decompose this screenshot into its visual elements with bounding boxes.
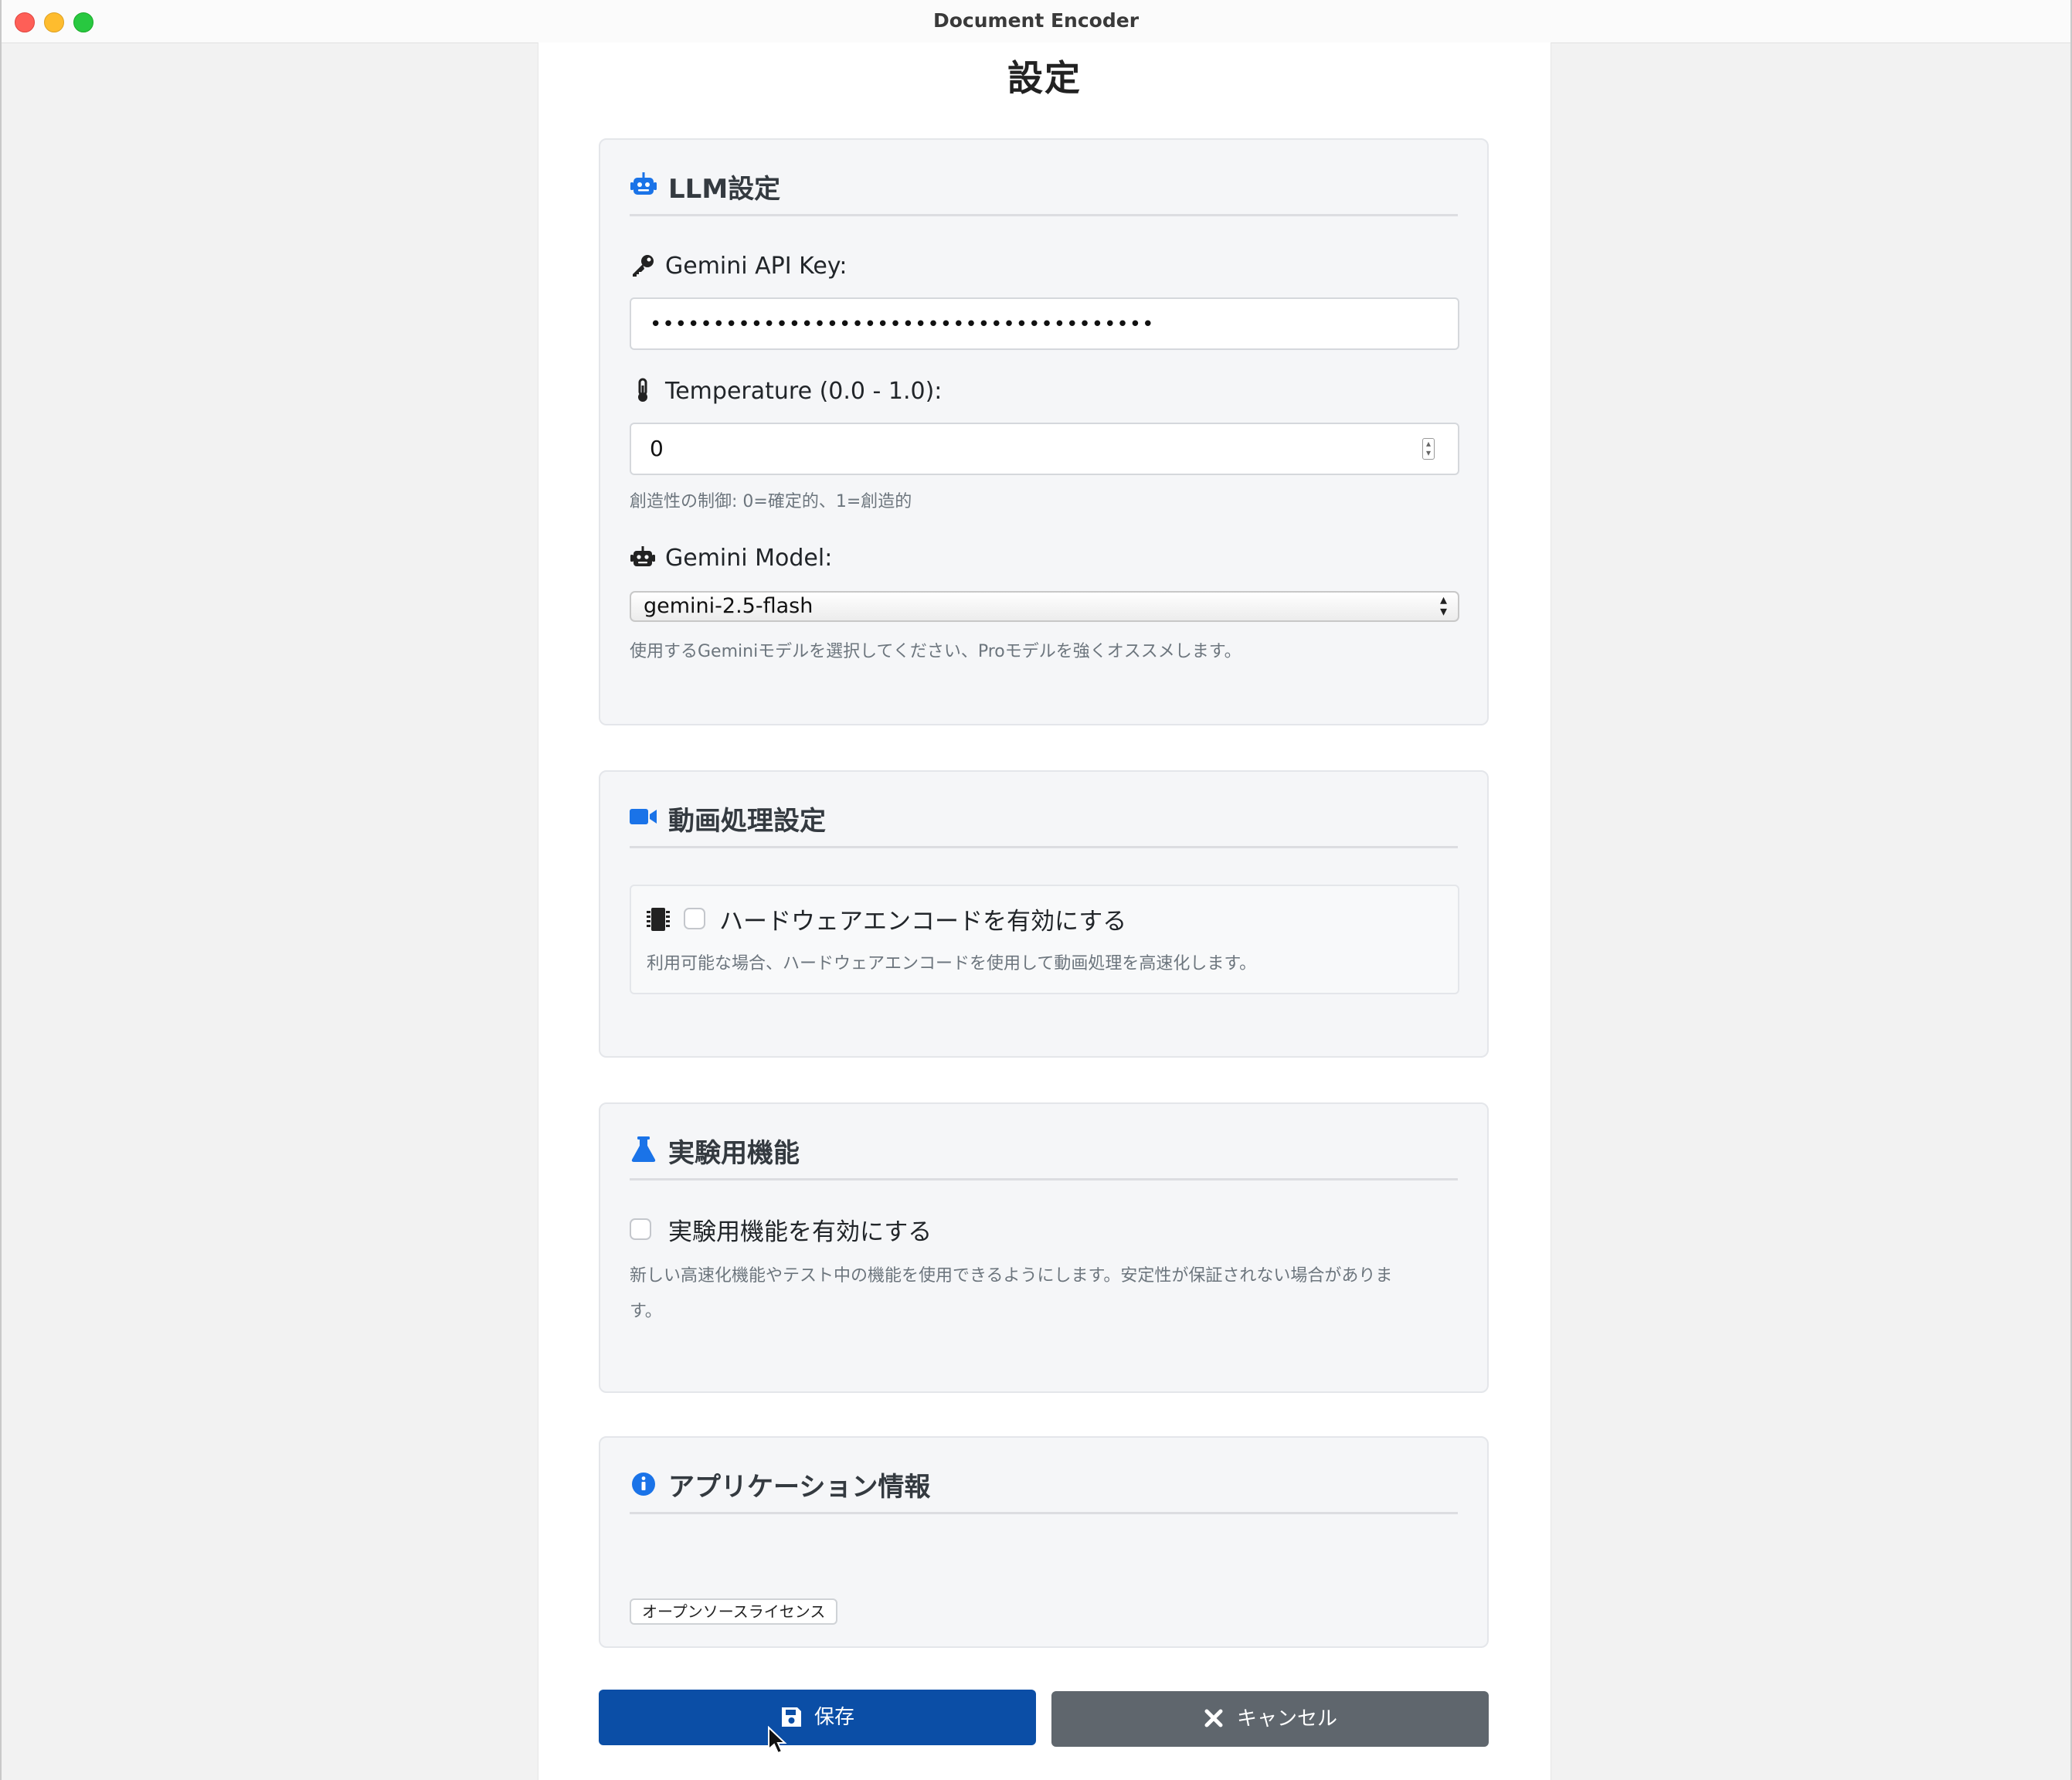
temperature-help: 創造性の制御: 0=確定的、1=創造的 [630, 492, 912, 511]
experimental-heading: 実験用機能 [668, 1138, 800, 1169]
window-title: Document Encoder [932, 9, 1140, 32]
title-bar: Document Encoder [2, 0, 2070, 43]
cancel-button-label: キャンセル [1236, 1707, 1337, 1731]
experimental-header: 実験用機能 [630, 1132, 1458, 1180]
api-key-label-text: Gemini API Key: [665, 253, 847, 280]
experimental-help-line1: 新しい高速化機能やテスト中の機能を使用できるようにします。安定性が保証されない場… [630, 1266, 1393, 1286]
temperature-stepper[interactable]: ▴ ▾ [1422, 438, 1435, 460]
experimental-checkbox[interactable] [630, 1218, 651, 1240]
llm-settings-header: LLM設定 [630, 168, 1458, 216]
settings-page: 設定 LLM設定 Gemini API Key: •••••••••••••••… [538, 42, 1551, 1780]
hw-encode-option: ハードウェアエンコードを有効にする 利用可能な場合、ハードウェアエンコードを使用… [630, 885, 1459, 994]
info-circle-icon [632, 1473, 655, 1496]
key-icon [633, 255, 654, 277]
model-selected-value: gemini-2.5-flash [644, 594, 814, 618]
llm-settings-card: LLM設定 Gemini API Key: ••••••••••••••••••… [599, 138, 1489, 725]
experimental-help-line2: す。 [630, 1302, 662, 1321]
cancel-button[interactable]: キャンセル [1051, 1691, 1489, 1747]
video-camera-icon [630, 809, 657, 824]
microchip-icon [647, 908, 670, 931]
thermometer-icon [638, 378, 647, 402]
mouse-pointer-icon [768, 1726, 787, 1755]
api-key-label: Gemini API Key: [630, 253, 847, 280]
page-title: 設定 [1007, 57, 1082, 99]
flask-icon [631, 1136, 656, 1162]
app-info-header: アプリケーション情報 [630, 1466, 1458, 1514]
app-info-heading: アプリケーション情報 [668, 1472, 931, 1503]
video-settings-card: 動画処理設定 ハードウェアエンコードを有効にする 利用可能な場合、ハードウェアエ… [599, 770, 1489, 1058]
select-arrows-icon: ▴ ▾ [1439, 592, 1447, 620]
model-select[interactable]: gemini-2.5-flash ▴ ▾ [630, 591, 1459, 622]
hw-encode-checkbox[interactable] [684, 908, 705, 929]
save-button-label: 保存 [814, 1706, 854, 1729]
robot-icon [630, 546, 655, 566]
video-settings-heading: 動画処理設定 [668, 806, 826, 837]
floppy-disk-icon [781, 1707, 801, 1727]
close-icon [1204, 1709, 1223, 1727]
model-help: 使用するGeminiモデルを選択してください、Proモデルを強くオススメします。 [630, 642, 1242, 661]
app-window: Document Encoder 設定 LLM設定 Gemini API Key… [2, 0, 2070, 1780]
experimental-card: 実験用機能 実験用機能を有効にする 新しい高速化機能やテスト中の機能を使用できる… [599, 1102, 1489, 1393]
video-settings-header: 動画処理設定 [630, 800, 1458, 848]
experimental-label[interactable]: 実験用機能を有効にする [668, 1212, 932, 1247]
app-info-card: アプリケーション情報 オープンソースライセンス [599, 1436, 1489, 1648]
hw-encode-label[interactable]: ハードウェアエンコードを有効にする [719, 902, 1126, 936]
model-label-text: Gemini Model: [665, 545, 833, 572]
temperature-label-text: Temperature (0.0 - 1.0): [665, 378, 943, 405]
robot-icon [630, 172, 657, 195]
open-source-licenses-button[interactable]: オープンソースライセンス [630, 1598, 838, 1625]
model-label: Gemini Model: [630, 545, 832, 572]
hw-encode-help: 利用可能な場合、ハードウェアエンコードを使用して動画処理を高速化します。 [647, 954, 1257, 973]
temperature-input[interactable]: 0 ▴ ▾ [630, 423, 1459, 475]
llm-settings-heading: LLM設定 [668, 174, 781, 205]
temperature-value: 0 [650, 436, 664, 461]
api-key-field[interactable]: •••••••••••••••••••••••••••••••••••••••• [630, 297, 1459, 350]
save-button[interactable]: 保存 [599, 1690, 1036, 1745]
temperature-label: Temperature (0.0 - 1.0): [630, 378, 942, 405]
api-key-value: •••••••••••••••••••••••••••••••••••••••• [650, 313, 1155, 336]
